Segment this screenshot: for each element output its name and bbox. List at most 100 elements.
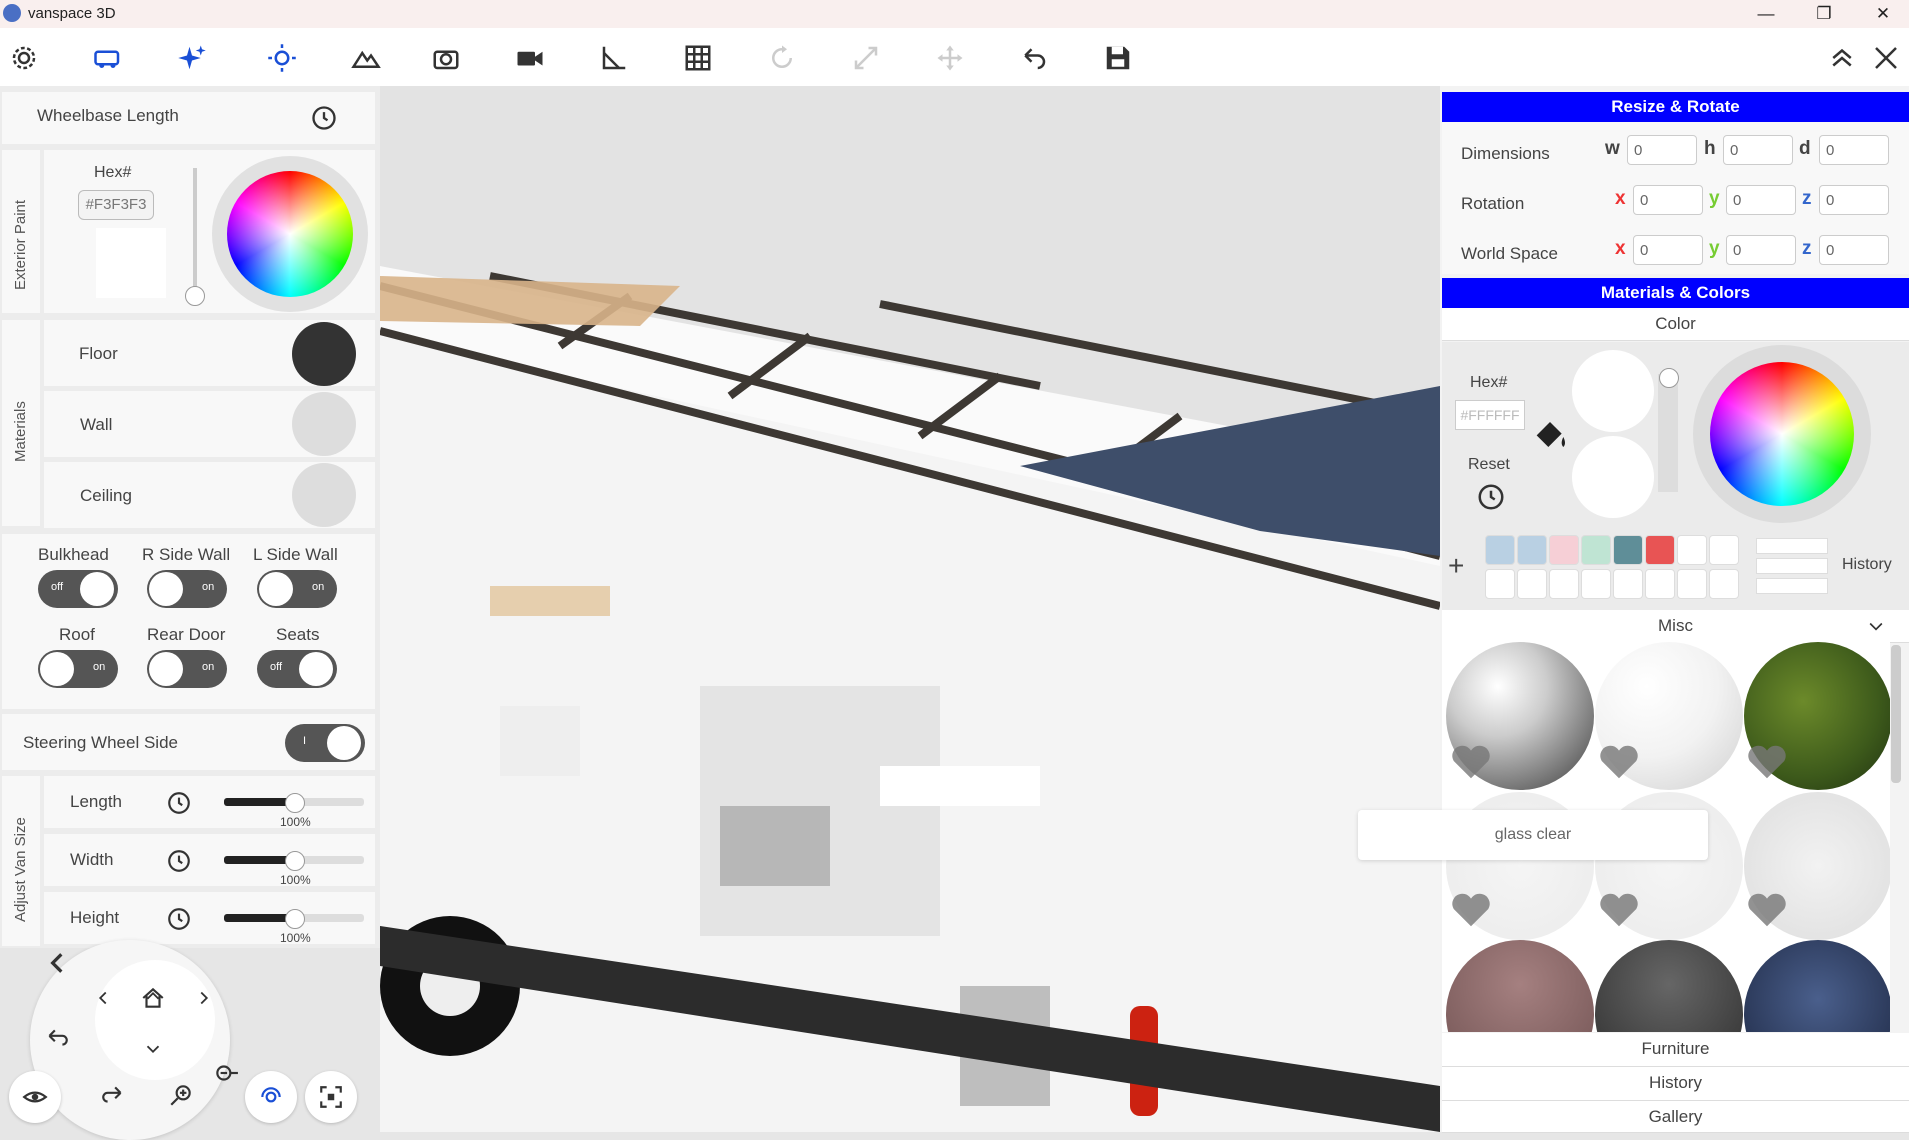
material-ball-solar[interactable] — [1744, 940, 1890, 1032]
color-brightness-slider[interactable] — [1658, 374, 1678, 492]
dimension-w-input[interactable]: 0 — [1627, 135, 1697, 165]
color-chip[interactable] — [1581, 535, 1611, 565]
rotate-icon[interactable] — [762, 38, 802, 78]
brightness-slider[interactable] — [193, 168, 197, 292]
bulkhead-toggle[interactable]: off — [38, 570, 118, 608]
length-slider-knob[interactable] — [285, 793, 305, 813]
seats-toggle[interactable]: off — [257, 650, 337, 688]
roof-toggle[interactable]: on — [38, 650, 118, 688]
color-chip[interactable] — [1517, 535, 1547, 565]
dimension-d-input[interactable]: 0 — [1819, 135, 1889, 165]
wall-swatch[interactable] — [292, 392, 356, 456]
color-chip[interactable] — [1485, 569, 1515, 599]
previous-color-swatch[interactable] — [1572, 436, 1654, 518]
material-grid-scrollbar[interactable] — [1891, 645, 1901, 783]
resize-icon[interactable] — [846, 38, 886, 78]
van-icon[interactable] — [88, 38, 128, 78]
r-side-wall-toggle[interactable]: on — [147, 570, 227, 608]
color-chip[interactable] — [1613, 535, 1643, 565]
width-slider-knob[interactable] — [285, 851, 305, 871]
color-chip[interactable] — [1613, 569, 1643, 599]
color-hex-input[interactable]: #FFFFFF — [1455, 400, 1525, 430]
camera-icon[interactable] — [426, 38, 466, 78]
visibility-eye-button[interactable] — [9, 1071, 61, 1123]
color-chip[interactable] — [1709, 569, 1739, 599]
brightness-slider-knob[interactable] — [185, 286, 205, 306]
height-slider-knob[interactable] — [285, 909, 305, 929]
world-z-input[interactable]: 0 — [1819, 235, 1889, 265]
favorite-heart-icon[interactable] — [1598, 742, 1640, 780]
settings-gear-icon[interactable] — [4, 38, 44, 78]
favorite-heart-icon[interactable] — [1746, 742, 1788, 780]
paint-bucket-icon[interactable] — [1530, 412, 1570, 452]
mountain-icon[interactable] — [346, 38, 386, 78]
grid-icon[interactable] — [678, 38, 718, 78]
maximize-button[interactable]: ❐ — [1798, 0, 1850, 28]
rear-door-toggle[interactable]: on — [147, 650, 227, 688]
history-reset-icon[interactable] — [310, 104, 338, 132]
measure-icon[interactable] — [594, 38, 634, 78]
current-color-swatch[interactable] — [1572, 350, 1654, 432]
collapse-chevrons-icon[interactable] — [1822, 38, 1862, 78]
world-x-input[interactable]: 0 — [1633, 235, 1703, 265]
resize-rotate-header[interactable]: Resize & Rotate — [1442, 92, 1909, 122]
color-chip[interactable] — [1517, 569, 1547, 599]
color-chip[interactable] — [1549, 535, 1579, 565]
width-reset-icon[interactable] — [166, 848, 192, 874]
redo-nav-icon[interactable] — [100, 1082, 126, 1108]
nav-down-icon[interactable] — [142, 1038, 164, 1060]
color-chip[interactable] — [1709, 535, 1739, 565]
gallery-section[interactable]: Gallery — [1442, 1101, 1909, 1133]
steering-toggle[interactable]: I — [285, 724, 365, 762]
focus-frame-button[interactable] — [305, 1071, 357, 1123]
world-y-input[interactable]: 0 — [1726, 235, 1796, 265]
right-color-wheel[interactable] — [1710, 362, 1854, 506]
reset-history-icon[interactable] — [1476, 482, 1506, 512]
undo-nav-icon[interactable] — [44, 1025, 70, 1051]
rotation-y-input[interactable]: 0 — [1726, 185, 1796, 215]
sparkle-icon[interactable] — [172, 38, 212, 78]
rotation-x-input[interactable]: 0 — [1633, 185, 1703, 215]
sun-icon[interactable] — [262, 38, 302, 78]
material-ball-leather[interactable] — [1446, 940, 1594, 1032]
favorite-heart-icon[interactable] — [1450, 890, 1492, 928]
color-brightness-knob[interactable] — [1659, 368, 1679, 388]
hex-input[interactable]: #F3F3F3 — [78, 190, 154, 220]
l-side-wall-toggle[interactable]: on — [257, 570, 337, 608]
height-reset-icon[interactable] — [166, 906, 192, 932]
color-wheel[interactable] — [227, 171, 353, 297]
misc-dropdown[interactable]: Misc — [1442, 610, 1909, 643]
rotate-left-icon[interactable] — [44, 950, 70, 976]
color-chip[interactable] — [1677, 535, 1707, 565]
ceiling-swatch[interactable] — [292, 463, 356, 527]
window-close-button[interactable]: ✕ — [1857, 0, 1909, 28]
move-icon[interactable] — [930, 38, 970, 78]
favorite-heart-icon[interactable] — [1598, 890, 1640, 928]
material-ball-black[interactable] — [1595, 940, 1743, 1032]
rotation-z-input[interactable]: 0 — [1819, 185, 1889, 215]
home-icon[interactable] — [140, 985, 166, 1011]
color-chip[interactable] — [1645, 569, 1675, 599]
color-chip[interactable] — [1581, 569, 1611, 599]
zoom-out-icon[interactable] — [213, 1060, 239, 1086]
materials-colors-header[interactable]: Materials & Colors — [1442, 278, 1909, 308]
undo-icon[interactable] — [1014, 38, 1054, 78]
favorite-heart-icon[interactable] — [1450, 742, 1492, 780]
3d-viewport[interactable] — [380, 86, 1440, 1132]
color-chip[interactable] — [1677, 569, 1707, 599]
color-chip[interactable] — [1549, 569, 1579, 599]
save-icon[interactable] — [1098, 38, 1138, 78]
length-reset-icon[interactable] — [166, 790, 192, 816]
minimize-button[interactable]: — — [1740, 0, 1792, 28]
color-chip[interactable] — [1485, 535, 1515, 565]
favorite-heart-icon[interactable] — [1746, 890, 1788, 928]
close-icon[interactable] — [1866, 38, 1906, 78]
floor-swatch[interactable] — [292, 322, 356, 386]
zoom-in-icon[interactable] — [168, 1082, 194, 1108]
video-icon[interactable] — [510, 38, 550, 78]
furniture-section[interactable]: Furniture — [1442, 1033, 1909, 1067]
history-section[interactable]: History — [1442, 1067, 1909, 1101]
orbit-camera-button[interactable] — [245, 1071, 297, 1123]
add-color-button[interactable]: + — [1448, 550, 1464, 582]
nav-left-icon[interactable] — [92, 987, 114, 1009]
